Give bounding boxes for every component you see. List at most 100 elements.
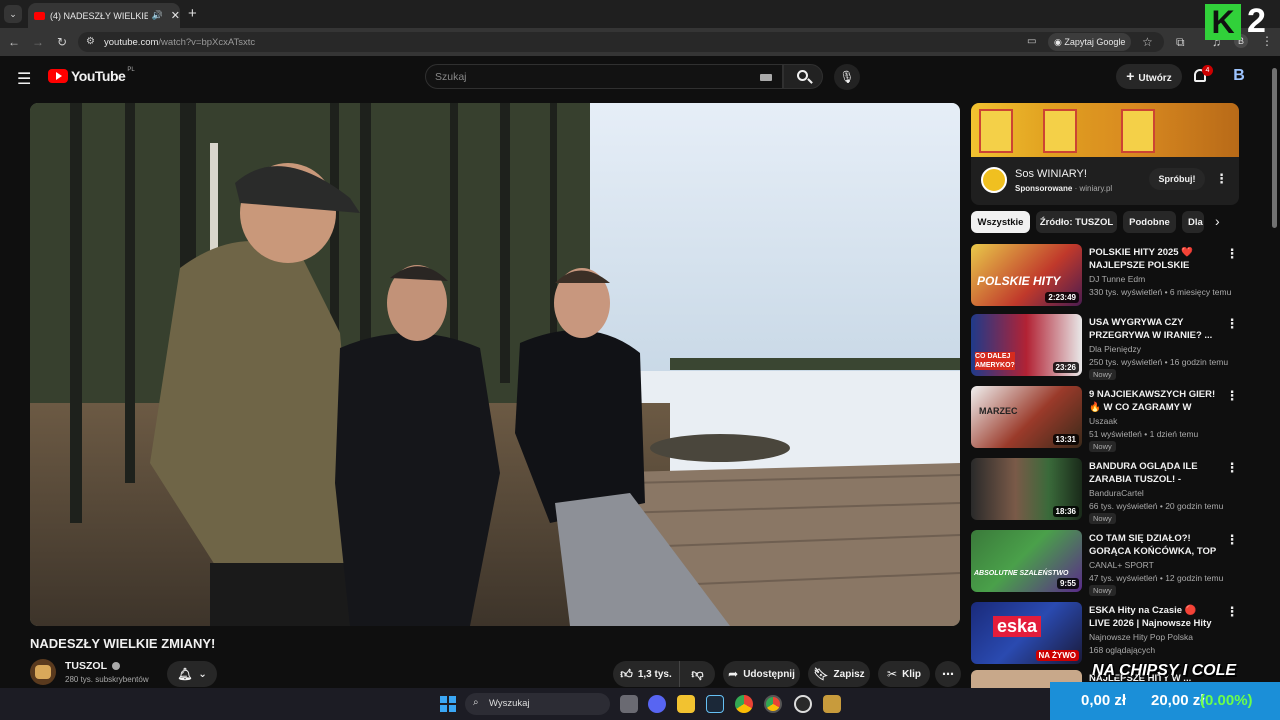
voice-search-button[interactable]: 🎙 (834, 64, 860, 90)
thumbnail: MARZEC 13:31 (971, 386, 1082, 448)
thumbs-up-icon: 👍︎ (620, 666, 633, 681)
league-icon[interactable] (823, 695, 841, 713)
taskbar-search[interactable]: ⌕ Wyszukaj (465, 693, 610, 715)
donation-goal-bar: 0,00 zł 20,00 zł (0.00%) (1050, 682, 1280, 720)
recommendation-card[interactable]: ABSOLUTNE SZALEŃSTWO 9:55 CO TAM SIĘ DZI… (971, 530, 1239, 596)
create-button[interactable]: + Utwórz (1116, 64, 1182, 89)
youtube-logo[interactable]: YouTube PL (48, 67, 135, 84)
duration-badge: 13:31 (1052, 434, 1079, 445)
lens-icon: ◉ (1054, 37, 1065, 47)
task-view-icon[interactable] (620, 695, 638, 713)
page-scrollbar[interactable] (1271, 62, 1278, 686)
cast-icon[interactable]: ▭ (1027, 35, 1036, 49)
extensions-icon[interactable]: ⧉ (1176, 35, 1185, 49)
ad-meta: Sponsorowane · winiary.pl (1015, 184, 1113, 193)
file-explorer-icon[interactable] (677, 695, 695, 713)
recommendation-card[interactable]: CO DALEJ AMERYKO? 23:26 USA WYGRYWA CZY … (971, 314, 1239, 380)
more-icon[interactable]: ⋮ (1225, 604, 1239, 620)
search-placeholder: Szukaj (435, 71, 467, 83)
chip-for[interactable]: Dla (1182, 211, 1204, 233)
ad-title: Sos WINIARY! (1015, 168, 1087, 180)
browser-tab[interactable]: (4) NADESZŁY WIELKIE ZMIANY! 🔊 ✕ (28, 3, 180, 28)
clip-label: Klip (902, 668, 921, 680)
scrollbar-thumb[interactable] (1272, 68, 1277, 228)
recommendation-card[interactable]: POLSKIE HITY 2:23:49 POLSKIE HITY 2025 ❤… (971, 244, 1239, 308)
more-icon: ⋯ (942, 667, 954, 681)
recommendation-title: CO TAM SIĘ DZIAŁO?! GORĄCA KOŃCÓWKA, TOP… (1089, 533, 1217, 560)
recommendation-title: 9 NAJCIEKAWSZYCH GIER! 🔥 W CO ZAGRAMY W … (1089, 389, 1216, 416)
back-icon[interactable]: ← (8, 35, 20, 49)
audio-icon[interactable]: 🔊 (152, 10, 163, 21)
ask-google-button[interactable]: ◉ Zapytaj Google (1048, 33, 1132, 51)
dislike-button[interactable]: 👎︎ (679, 661, 715, 687)
recommendation-card[interactable]: eska NA ŻYWO ESKA Hity na Czasie 🔴 LIVE … (971, 602, 1239, 666)
more-actions-button[interactable]: ⋯ (935, 661, 961, 687)
video-title: NADESZŁY WIELKIE ZMIANY! (30, 636, 216, 651)
ask-google-label: Zapytaj Google (1064, 37, 1126, 47)
forward-icon[interactable]: → (32, 35, 44, 49)
ad-card[interactable]: Sos WINIARY! Sponsorowane · winiary.pl S… (971, 103, 1239, 205)
url-text[interactable]: youtube.com/watch?v=bpXcxATsxtc (104, 37, 255, 48)
youtube-wordmark: YouTube (71, 68, 126, 84)
chip-similar[interactable]: Podobne (1123, 211, 1176, 233)
video-player[interactable] (30, 103, 960, 626)
account-avatar[interactable]: B (1229, 66, 1249, 86)
new-tab-button[interactable]: + (188, 5, 197, 22)
thumbnail: 18:36 (971, 458, 1082, 520)
recommendation-meta: 330 tys. wyświetleń • 6 miesięcy temu (1089, 287, 1232, 297)
steam-icon[interactable] (706, 695, 724, 713)
like-count: 1,3 tys. (637, 668, 672, 680)
donation-goal: 20,00 zł (1151, 692, 1205, 709)
channel-avatar[interactable] (30, 659, 56, 685)
duration-badge: 18:36 (1052, 506, 1079, 517)
thumbnail: CO DALEJ AMERYKO? 23:26 (971, 314, 1082, 376)
reload-icon[interactable]: ↻ (57, 35, 67, 49)
more-icon[interactable]: ⋮ (1225, 316, 1239, 332)
save-label: Zapisz (833, 668, 865, 680)
recommendation-channel: Uszaak (1089, 416, 1118, 426)
search-button[interactable] (783, 64, 823, 89)
thumbnail: ABSOLUTNE SZALEŃSTWO 9:55 (971, 530, 1082, 592)
search-icon: ⌕ (473, 697, 479, 708)
discord-icon[interactable] (648, 695, 666, 713)
channel-name-text: TUSZOL (65, 660, 107, 672)
ad-more-icon[interactable]: ⋮ (1215, 171, 1228, 187)
search-box[interactable]: Szukaj (425, 64, 783, 89)
chip-all[interactable]: Wszystkie (971, 211, 1030, 233)
recommendation-card[interactable]: 18:36 BANDURA OGLĄDA ILE ZARABIA TUSZOL!… (971, 458, 1239, 524)
more-icon[interactable]: ⋮ (1225, 246, 1239, 262)
chrome-profile-icon[interactable] (764, 695, 782, 713)
thumbnail: POLSKIE HITY 2:23:49 (971, 244, 1082, 306)
more-icon[interactable]: ⋮ (1225, 460, 1239, 476)
bookmark-star-icon[interactable]: ☆ (1142, 35, 1153, 49)
windows-start-icon[interactable] (440, 696, 456, 712)
subscriber-count: 280 tys. subskrybentów (65, 675, 149, 684)
recommendation-card[interactable]: MARZEC 13:31 9 NAJCIEKAWSZYCH GIER! 🔥 W … (971, 386, 1239, 452)
new-badge: Nowy (1089, 369, 1116, 380)
recommendation-title: POLSKIE HITY 2025 ❤️ NAJLEPSZE POLSKIE R… (1089, 247, 1194, 274)
subscription-bell-button[interactable]: 🔔︎ ⌄ (167, 661, 217, 687)
obs-icon[interactable] (794, 695, 812, 713)
channel-name[interactable]: TUSZOL (65, 660, 120, 672)
chips-next-icon[interactable]: › (1215, 213, 1220, 229)
tab-search-button[interactable]: ⌄ (4, 5, 22, 23)
like-button[interactable]: 👍︎ 1,3 tys. (613, 661, 679, 687)
notification-badge: 4 (1202, 65, 1213, 76)
more-icon[interactable]: ⋮ (1225, 388, 1239, 404)
clip-button[interactable]: ✂ Klip (878, 661, 930, 687)
site-info-icon[interactable]: ⚙ (86, 35, 95, 49)
close-tab-icon[interactable]: ✕ (171, 9, 180, 22)
notifications-button[interactable]: 4 (1192, 65, 1213, 87)
ad-cta-button[interactable]: Spróbuj! (1149, 168, 1205, 190)
save-button[interactable]: 🔖︎ Zapisz (808, 661, 870, 687)
chip-source[interactable]: Źródło: TUSZOL (1036, 211, 1117, 233)
new-badge: Nowy (1089, 513, 1116, 524)
thumbnail: eska NA ŻYWO (971, 602, 1082, 664)
stream-logo: K 2 (1205, 2, 1275, 40)
menu-icon[interactable]: ☰ (17, 69, 31, 89)
more-icon[interactable]: ⋮ (1225, 532, 1239, 548)
chrome-icon[interactable] (735, 695, 753, 713)
keyboard-icon[interactable] (760, 74, 772, 81)
share-button[interactable]: ➦ Udostępnij (723, 661, 800, 687)
chevron-down-icon: ⌄ (198, 668, 207, 680)
